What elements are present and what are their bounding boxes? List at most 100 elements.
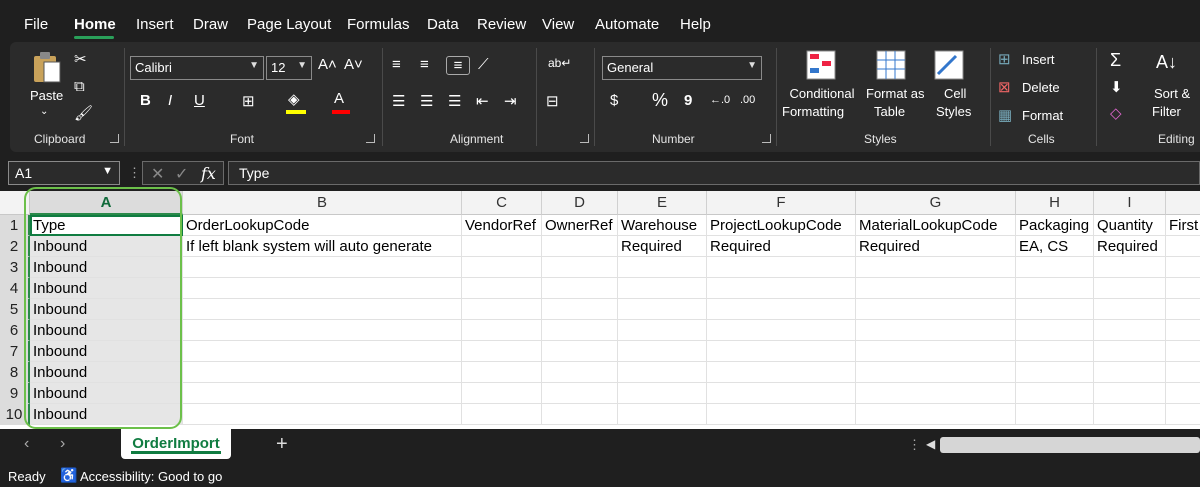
delete-cells-button[interactable]: Delete	[1022, 80, 1060, 95]
empty-cell[interactable]	[856, 299, 1016, 320]
cell-a7[interactable]: Inbound	[30, 341, 183, 362]
empty-cell[interactable]	[1016, 320, 1094, 341]
underline-button[interactable]: U	[194, 92, 205, 109]
formula-input[interactable]: Type	[228, 161, 1200, 185]
empty-cell[interactable]	[183, 341, 462, 362]
decrease-indent-icon[interactable]: ⇤	[476, 92, 489, 110]
horizontal-scrollbar[interactable]	[940, 437, 1200, 453]
menu-automate[interactable]: Automate	[595, 16, 659, 33]
fill-color-icon[interactable]: ◈	[288, 90, 300, 108]
number-format-select[interactable]: General ▼	[602, 56, 762, 80]
format-as-table-button[interactable]: Format as	[866, 86, 925, 101]
empty-cell[interactable]	[1166, 362, 1200, 383]
copy-icon[interactable]: ⧉	[74, 78, 85, 95]
row-header[interactable]: 3	[0, 257, 30, 278]
empty-cell[interactable]	[1016, 299, 1094, 320]
row-header[interactable]: 6	[0, 320, 30, 341]
empty-cell[interactable]	[707, 404, 856, 425]
empty-cell[interactable]	[183, 404, 462, 425]
cell-a8[interactable]: Inbound	[30, 362, 183, 383]
cell-d1[interactable]: OwnerRef	[542, 215, 618, 236]
top-align-icon[interactable]: ≡	[392, 56, 401, 73]
empty-cell[interactable]	[618, 341, 707, 362]
empty-cell[interactable]	[183, 362, 462, 383]
column-header-g[interactable]: G	[856, 191, 1016, 215]
column-header-b[interactable]: B	[183, 191, 462, 215]
middle-align-icon[interactable]: ≡	[420, 56, 429, 73]
empty-cell[interactable]	[1094, 278, 1166, 299]
empty-cell[interactable]	[462, 257, 542, 278]
column-header-e[interactable]: E	[618, 191, 707, 215]
empty-cell[interactable]	[462, 383, 542, 404]
next-sheet-icon[interactable]: ›	[60, 435, 65, 453]
cell-e1[interactable]: Warehouse	[618, 215, 707, 236]
decrease-font-icon[interactable]: A˅	[344, 56, 363, 73]
cell-g2[interactable]: Required	[856, 236, 1016, 257]
empty-cell[interactable]	[1094, 362, 1166, 383]
cell-i1[interactable]: Quantity	[1094, 215, 1166, 236]
align-center-icon[interactable]: ☰	[420, 92, 433, 110]
autosum-icon[interactable]: Σ	[1110, 50, 1121, 71]
empty-cell[interactable]	[1094, 341, 1166, 362]
cell-a4[interactable]: Inbound	[30, 278, 183, 299]
menu-page-layout[interactable]: Page Layout	[247, 16, 331, 33]
merge-center-icon[interactable]: ⊟	[546, 92, 559, 110]
row-header[interactable]: 1	[0, 215, 30, 236]
empty-cell[interactable]	[183, 278, 462, 299]
row-header[interactable]: 2	[0, 236, 30, 257]
empty-cell[interactable]	[462, 278, 542, 299]
conditional-formatting-button[interactable]: Conditional	[786, 86, 858, 101]
cell-h2[interactable]: EA, CS	[1016, 236, 1094, 257]
paste-button[interactable]	[32, 50, 62, 89]
cell-i2[interactable]: Required	[1094, 236, 1166, 257]
clear-icon[interactable]: ◇	[1110, 104, 1122, 122]
empty-cell[interactable]	[542, 383, 618, 404]
empty-cell[interactable]	[856, 320, 1016, 341]
column-header-j[interactable]	[1166, 191, 1200, 215]
empty-cell[interactable]	[462, 362, 542, 383]
empty-cell[interactable]	[1094, 257, 1166, 278]
empty-cell[interactable]	[618, 257, 707, 278]
empty-cell[interactable]	[856, 404, 1016, 425]
empty-cell[interactable]	[707, 383, 856, 404]
italic-button[interactable]: I	[168, 92, 172, 109]
wrap-text-icon[interactable]: ab↵	[548, 56, 571, 70]
empty-cell[interactable]	[1016, 404, 1094, 425]
empty-cell[interactable]	[542, 362, 618, 383]
percent-button[interactable]: %	[652, 90, 668, 111]
empty-cell[interactable]	[183, 383, 462, 404]
accessibility-status[interactable]: Accessibility: Good to go	[80, 469, 222, 484]
menu-formulas[interactable]: Formulas	[347, 16, 410, 33]
empty-cell[interactable]	[1166, 383, 1200, 404]
empty-cell[interactable]	[707, 278, 856, 299]
cell-a3[interactable]: Inbound	[30, 257, 183, 278]
enter-icon[interactable]: ✓	[175, 164, 188, 184]
empty-cell[interactable]	[707, 362, 856, 383]
empty-cell[interactable]	[1016, 278, 1094, 299]
cell-f2[interactable]: Required	[707, 236, 856, 257]
cell-a5[interactable]: Inbound	[30, 299, 183, 320]
cell-f1[interactable]: ProjectLookupCode	[707, 215, 856, 236]
decrease-decimal-icon[interactable]: .00	[740, 94, 755, 106]
currency-button[interactable]: $	[610, 92, 618, 109]
empty-cell[interactable]	[462, 299, 542, 320]
column-header-i[interactable]: I	[1094, 191, 1166, 215]
empty-cell[interactable]	[1016, 257, 1094, 278]
cell-a10[interactable]: Inbound	[30, 404, 183, 425]
align-left-icon[interactable]: ☰	[392, 92, 405, 110]
increase-indent-icon[interactable]: ⇥	[504, 92, 517, 110]
empty-cell[interactable]	[618, 299, 707, 320]
insert-function-button[interactable]: fx	[201, 164, 216, 183]
empty-cell[interactable]	[856, 362, 1016, 383]
empty-cell[interactable]	[1016, 341, 1094, 362]
select-all-corner[interactable]	[0, 191, 30, 215]
borders-icon[interactable]: ⊞	[242, 92, 255, 110]
increase-decimal-icon[interactable]: ←.0	[710, 94, 730, 106]
cell-a9[interactable]: Inbound	[30, 383, 183, 404]
empty-cell[interactable]	[856, 278, 1016, 299]
empty-cell[interactable]	[856, 383, 1016, 404]
empty-cell[interactable]	[183, 257, 462, 278]
alignment-launcher-icon[interactable]	[580, 134, 589, 143]
empty-cell[interactable]	[856, 341, 1016, 362]
menu-view[interactable]: View	[542, 16, 574, 33]
